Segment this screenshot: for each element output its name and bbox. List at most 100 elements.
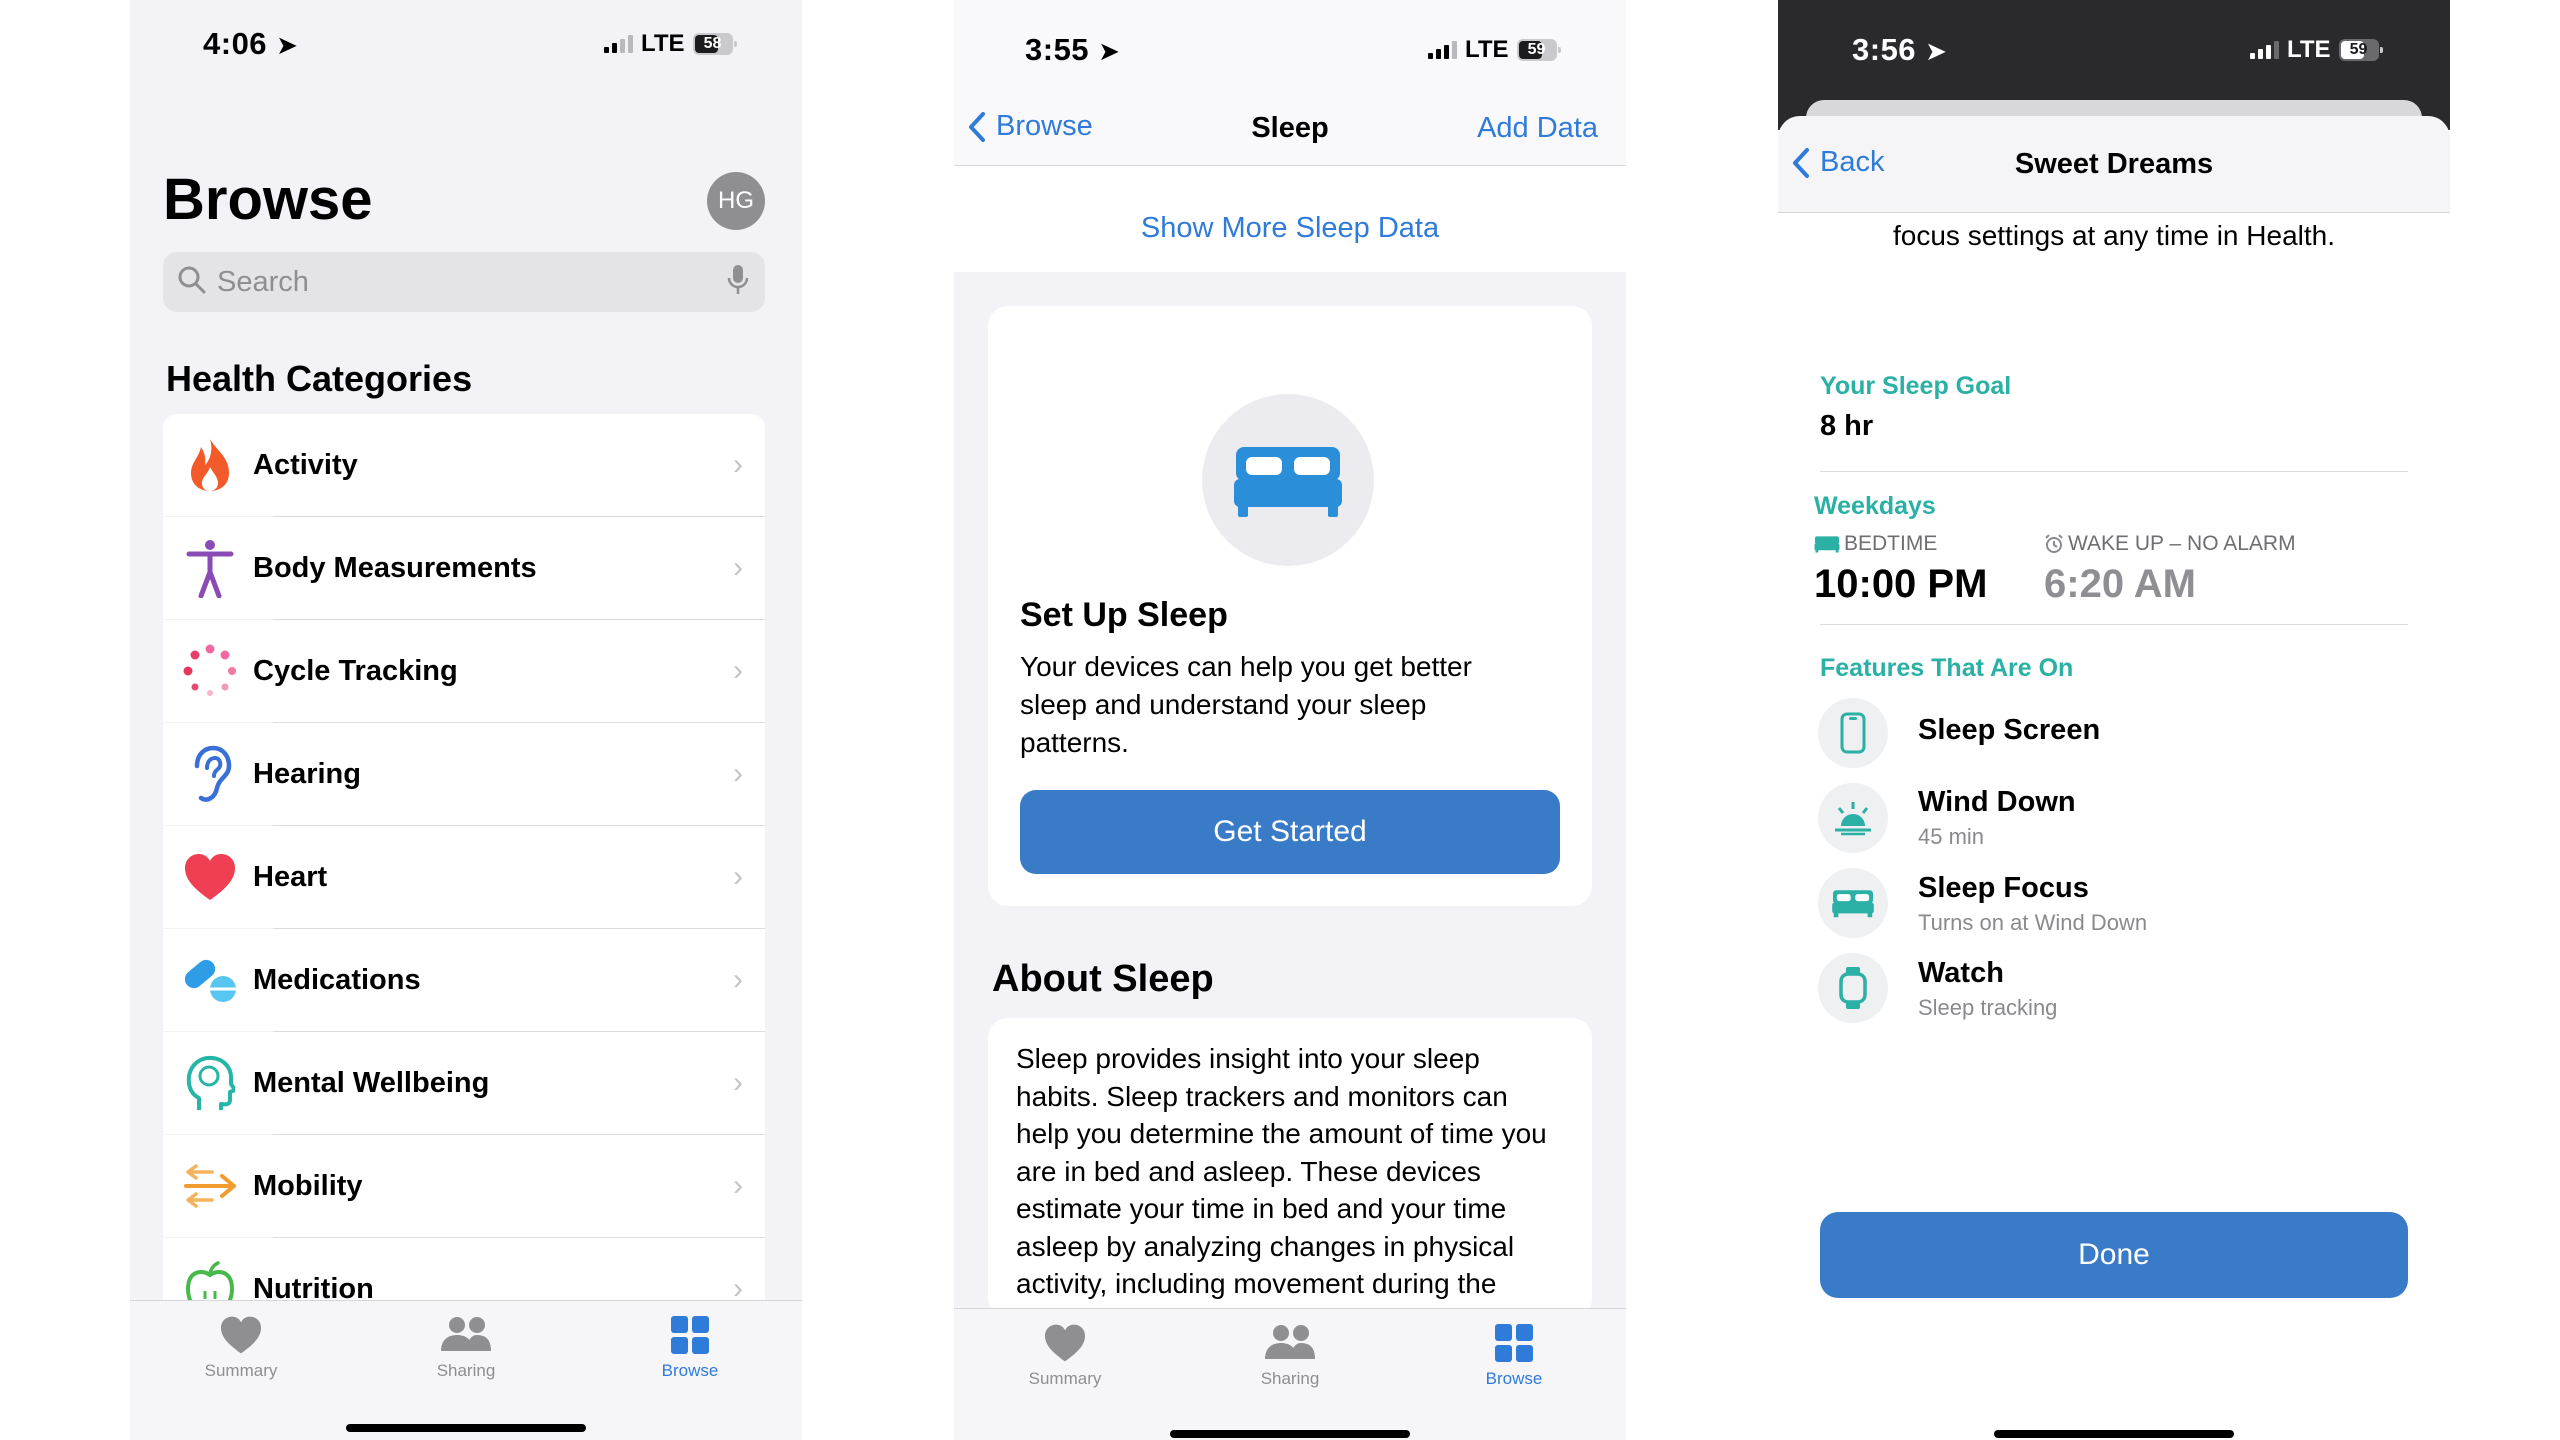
category-row-mental-wellbeing[interactable]: Mental Wellbeing ›	[163, 1032, 765, 1134]
tab-label: Browse	[661, 1361, 719, 1380]
about-body: Sleep provides insight into your sleep h…	[1016, 1043, 1547, 1299]
network-label: LTE	[1465, 36, 1509, 63]
tab-label: Sharing	[436, 1361, 496, 1380]
section-title: Health Categories	[166, 358, 473, 399]
heart-icon	[175, 852, 245, 902]
battery-icon: 59	[2338, 39, 2383, 61]
alarm-icon	[2045, 534, 2063, 553]
bed-icon	[1202, 394, 1374, 566]
tab-label: Summary	[1028, 1369, 1102, 1388]
status-indicators: LTE 58	[604, 30, 737, 58]
status-time: 4:06 ➤	[203, 26, 299, 61]
search-input[interactable]: Search	[217, 266, 727, 299]
category-row-hearing[interactable]: Hearing ›	[163, 723, 765, 825]
intro-text: focus settings at any time in Health.	[1893, 220, 2335, 251]
about-title: About Sleep	[992, 958, 1214, 1000]
cycle-dots-icon	[175, 643, 245, 699]
feature-subtitle: Sleep tracking	[1918, 995, 2058, 1020]
phone-icon	[1818, 698, 1888, 768]
status-indicators: LTE 59	[1428, 36, 1561, 64]
category-label: Mobility	[253, 1169, 363, 1202]
signal-icon	[604, 35, 633, 53]
divider	[1820, 624, 2408, 625]
bed-icon	[1814, 536, 1840, 553]
tab-browse[interactable]: Browse	[1444, 1323, 1584, 1389]
category-label: Medications	[253, 963, 421, 996]
bedtime-label-row: BEDTIME	[1814, 532, 1937, 556]
tab-bar: Summary Sharing Browse	[954, 1308, 1626, 1440]
nav-title: Sweet Dreams	[2014, 148, 2214, 180]
category-row-body-measurements[interactable]: Body Measurements ›	[163, 517, 765, 619]
chevron-right-icon: ›	[733, 1169, 743, 1202]
tab-summary[interactable]: Summary	[171, 1315, 311, 1381]
sleep-goal-label: Your Sleep Goal	[1820, 372, 2012, 400]
tab-label: Summary	[204, 1361, 278, 1380]
chevron-right-icon: ›	[733, 757, 743, 790]
tab-bar: Summary Sharing Browse	[130, 1300, 802, 1440]
done-button[interactable]: Done	[1820, 1212, 2408, 1298]
feature-subtitle: 45 min	[1918, 824, 1985, 849]
wake-value[interactable]: 6:20 AM	[2044, 562, 2196, 607]
home-indicator	[1994, 1430, 2234, 1438]
add-data-button[interactable]: Add Data	[1477, 112, 1598, 145]
category-row-heart[interactable]: Heart ›	[163, 826, 765, 928]
feature-title: Watch	[1918, 957, 2004, 989]
search-field[interactable]: Search	[163, 252, 765, 312]
category-row-mobility[interactable]: Mobility ›	[163, 1135, 765, 1237]
sleep-goal-value[interactable]: 8 hr	[1820, 410, 1873, 443]
flame-icon	[175, 437, 245, 493]
category-label: Body Measurements	[253, 551, 537, 584]
category-row-activity[interactable]: Activity ›	[163, 414, 765, 516]
category-label: Hearing	[253, 757, 361, 790]
arrows-icon	[175, 1158, 245, 1214]
heart-icon	[221, 1316, 261, 1354]
chevron-right-icon: ›	[733, 654, 743, 687]
feature-title: Sleep Focus	[1918, 872, 2089, 904]
wake-label: WAKE UP – NO ALARM	[2068, 532, 2296, 555]
head-brain-icon	[175, 1054, 245, 1112]
figure-icon	[175, 538, 245, 598]
category-label: Heart	[253, 860, 328, 893]
divider	[1778, 212, 2450, 213]
grid-icon	[671, 1316, 709, 1354]
signal-icon	[1428, 41, 1457, 59]
tab-summary[interactable]: Summary	[995, 1323, 1135, 1389]
status-indicators: LTE 59	[2250, 36, 2383, 64]
schedule-label: Weekdays	[1814, 492, 1936, 520]
show-more-sleep-data-link[interactable]: Show More Sleep Data	[954, 212, 1626, 245]
ear-icon	[175, 744, 245, 804]
people-icon	[441, 1317, 491, 1351]
tab-sharing[interactable]: Sharing	[396, 1315, 536, 1381]
browse-screen: 4:06 ➤ LTE 58 Browse HG Search Health Ca…	[130, 0, 802, 1440]
divider	[1820, 471, 2408, 472]
feature-title: Sleep Screen	[1918, 714, 2101, 746]
card-title: Set Up Sleep	[1020, 596, 1228, 634]
avatar[interactable]: HG	[707, 172, 765, 230]
home-indicator	[346, 1424, 586, 1432]
category-row-cycle-tracking[interactable]: Cycle Tracking ›	[163, 620, 765, 722]
get-started-button[interactable]: Get Started	[1020, 790, 1560, 874]
category-label: Activity	[253, 448, 358, 481]
microphone-icon[interactable]	[727, 264, 749, 301]
grid-icon	[1495, 1324, 1533, 1362]
feature-subtitle: Turns on at Wind Down	[1918, 910, 2148, 935]
sleep-screen: 3:55 ➤ LTE 59 Browse Sleep Add Data Show…	[954, 0, 1626, 1440]
card-body: Your devices can help you get better sle…	[1020, 651, 1472, 758]
setup-sleep-card: Set Up Sleep Your devices can help you g…	[988, 306, 1592, 906]
network-label: LTE	[2287, 36, 2331, 63]
pills-icon	[175, 955, 245, 1005]
sweet-dreams-screen: 3:56 ➤ LTE 59 Back Sweet Dreams focus se…	[1778, 0, 2450, 1440]
tab-label: Sharing	[1260, 1369, 1320, 1388]
network-label: LTE	[641, 30, 685, 57]
people-icon	[1265, 1325, 1315, 1359]
sunrise-icon	[1818, 783, 1888, 853]
tab-sharing[interactable]: Sharing	[1220, 1323, 1360, 1389]
category-row-medications[interactable]: Medications ›	[163, 929, 765, 1031]
chevron-right-icon: ›	[733, 963, 743, 996]
wake-label-row: WAKE UP – NO ALARM	[2044, 532, 2296, 556]
bedtime-value[interactable]: 10:00 PM	[1814, 562, 1987, 607]
signal-icon	[2250, 41, 2279, 59]
status-time: 3:56 ➤	[1852, 32, 1948, 67]
tab-browse[interactable]: Browse	[620, 1315, 760, 1381]
chevron-right-icon: ›	[733, 551, 743, 584]
